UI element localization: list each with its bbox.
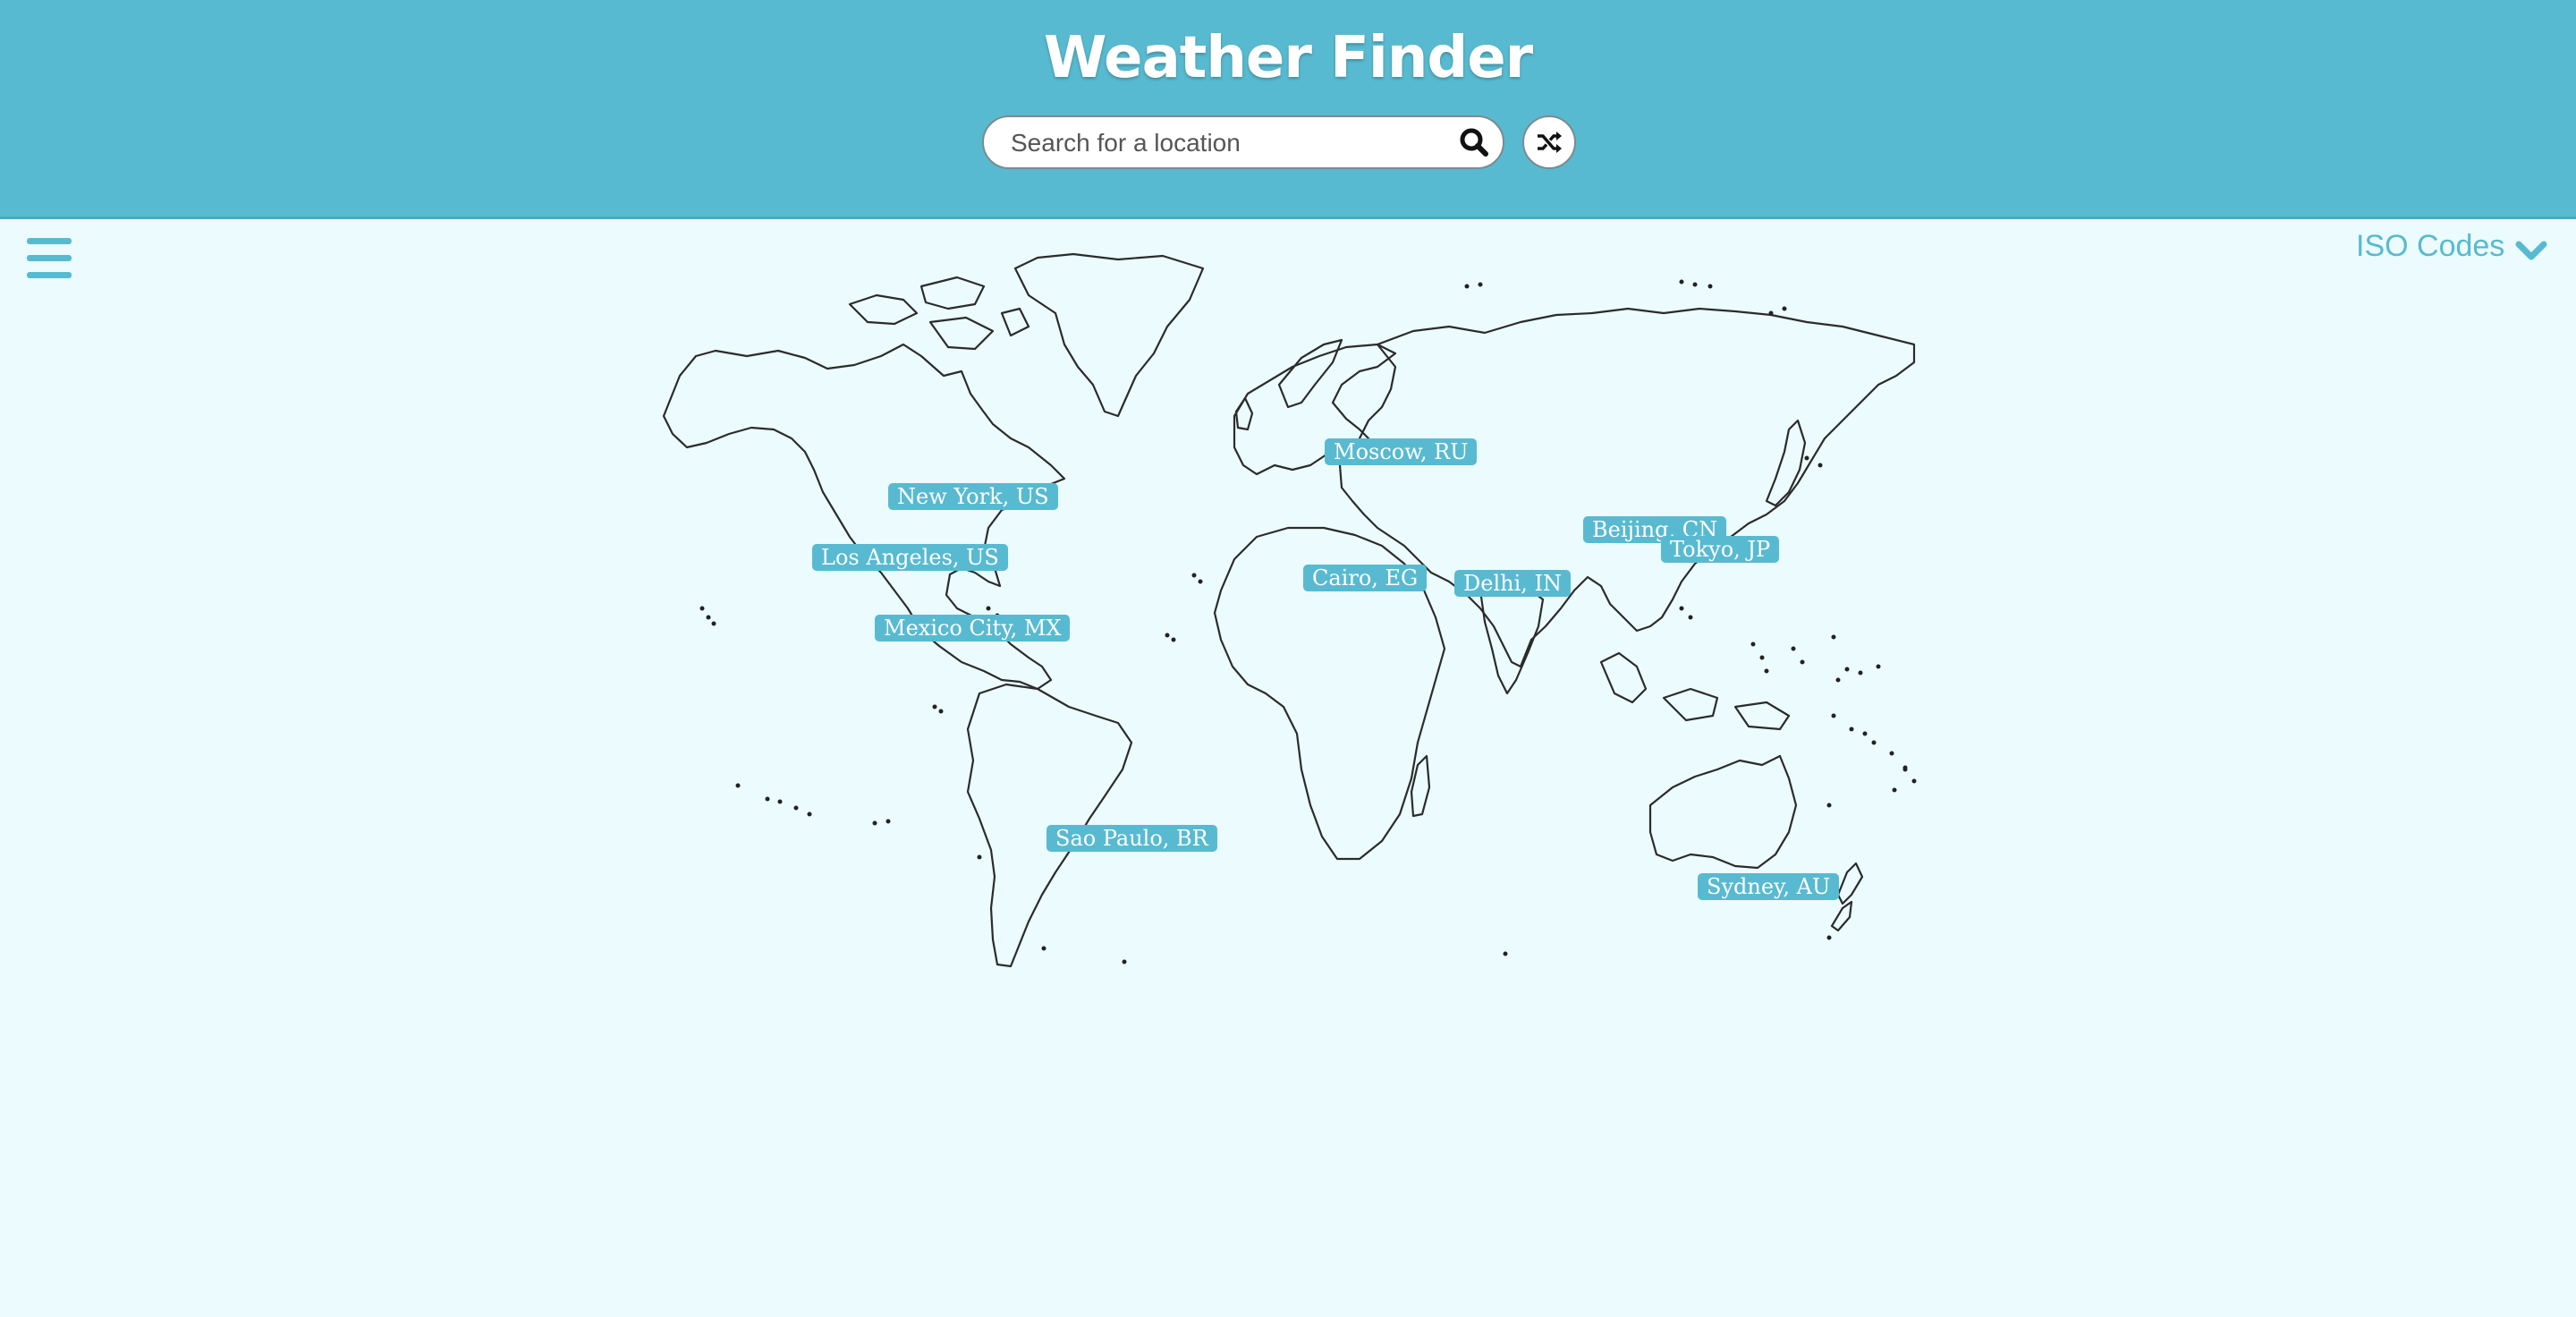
search-icon	[1460, 128, 1488, 157]
shuffle-icon	[1538, 132, 1562, 153]
random-location-button[interactable]	[1522, 115, 1576, 169]
iso-codes-dropdown[interactable]: ISO Codes	[2352, 227, 2558, 268]
hamburger-menu-icon-bar	[27, 272, 72, 278]
search-input[interactable]	[1009, 117, 1442, 169]
page-title: Weather Finder	[1043, 25, 1533, 91]
hamburger-menu-icon	[27, 238, 72, 244]
city-label-delhi[interactable]: Delhi, IN	[1454, 570, 1571, 597]
city-label-sao-paulo[interactable]: Sao Paulo, BR	[1046, 825, 1217, 852]
city-label-cairo[interactable]: Cairo, EG	[1303, 565, 1428, 591]
search-button[interactable]	[1456, 124, 1494, 162]
iso-codes-label: ISO Codes	[2356, 229, 2505, 263]
world-map-outline	[662, 252, 1917, 968]
header-bar: Weather Finder	[0, 0, 2576, 219]
city-label-moscow[interactable]: Moscow, RU	[1325, 438, 1478, 465]
city-label-los-angeles[interactable]: Los Angeles, US	[812, 544, 1008, 571]
city-label-new-york[interactable]: New York, US	[888, 483, 1058, 510]
search-box[interactable]	[982, 115, 1504, 169]
hamburger-menu-icon-bar	[27, 255, 72, 261]
world-map[interactable]: New York, US Los Angeles, US Mexico City…	[657, 249, 1928, 982]
city-label-tokyo[interactable]: Tokyo, JP	[1661, 536, 1780, 563]
city-label-mexico-city[interactable]: Mexico City, MX	[875, 615, 1071, 642]
chevron-down-icon	[2515, 241, 2547, 260]
city-label-sydney[interactable]: Sydney, AU	[1698, 873, 1840, 900]
hamburger-menu-button[interactable]	[27, 238, 72, 281]
